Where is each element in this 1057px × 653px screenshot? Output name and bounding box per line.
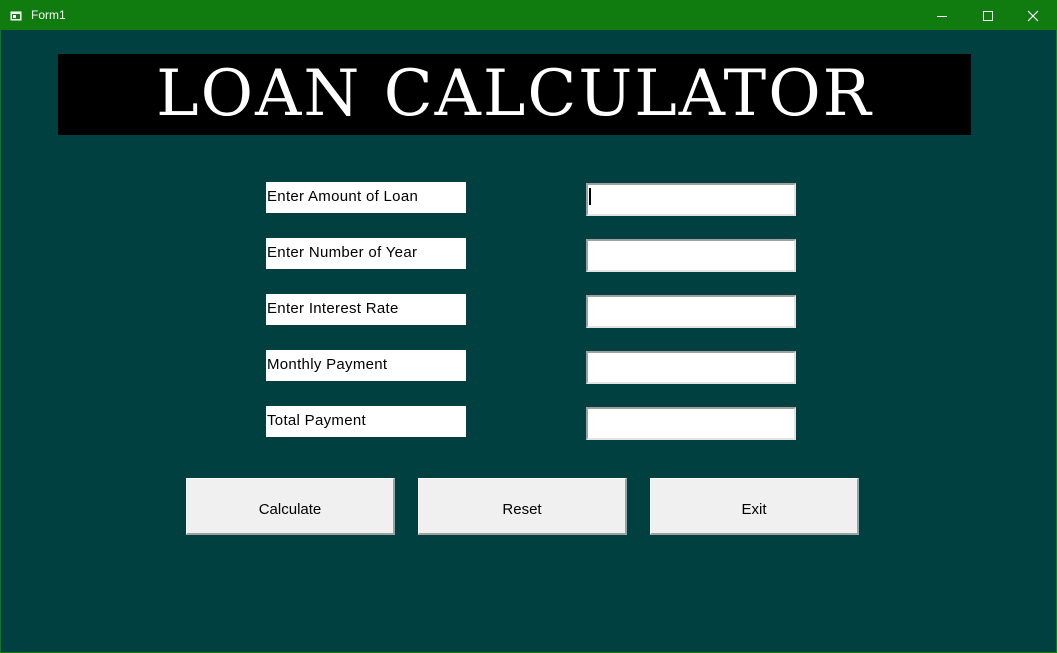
close-button[interactable] [1010,1,1056,30]
monthly-payment-label: Monthly Payment [266,350,466,381]
number-of-years-input[interactable] [586,239,796,272]
maximize-icon [983,10,993,21]
loan-amount-input[interactable] [586,183,796,216]
banner-title: LOAN CALCULATOR [156,57,873,131]
minimize-button[interactable] [919,1,965,30]
number-of-years-label: Enter Number of Year [266,238,466,269]
calculate-button[interactable]: Calculate [186,478,395,535]
interest-rate-input[interactable] [586,295,796,328]
form-app-icon[interactable] [10,9,22,21]
total-payment-label: Total Payment [266,406,466,437]
form-window: Form1 LOAN CALCULATOR Enter Amount of Lo… [0,0,1057,653]
minimize-icon [937,15,947,17]
exit-button[interactable]: Exit [650,478,859,535]
interest-rate-label: Enter Interest Rate [266,294,466,325]
window-title: Form1 [31,8,66,22]
maximize-button[interactable] [965,1,1011,30]
title-banner: LOAN CALCULATOR [58,54,971,135]
text-caret [589,188,591,205]
monthly-payment-output[interactable] [586,351,796,384]
title-bar[interactable]: Form1 [1,1,1056,30]
loan-amount-label: Enter Amount of Loan [266,182,466,213]
close-icon [1027,10,1039,21]
reset-button[interactable]: Reset [418,478,627,535]
total-payment-output[interactable] [586,407,796,440]
